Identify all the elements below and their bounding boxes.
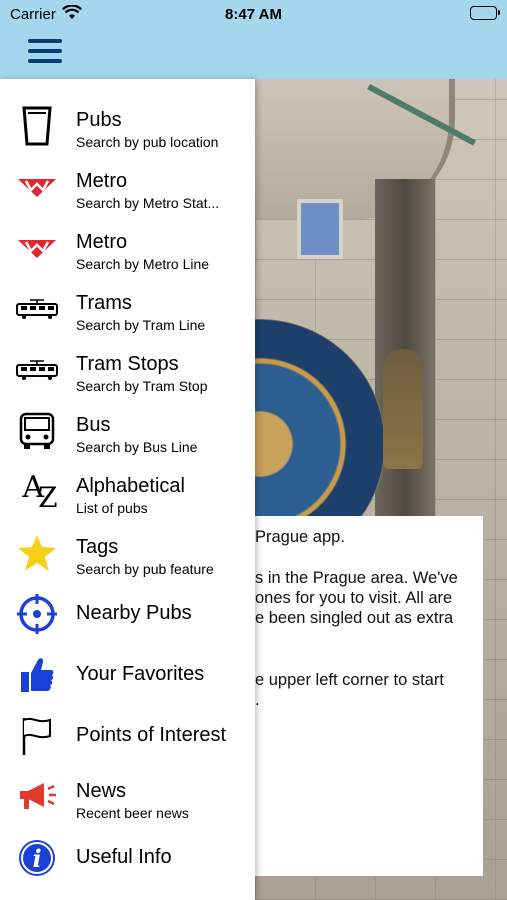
beer-glass-icon	[16, 106, 58, 146]
tram-icon	[16, 351, 58, 389]
tower-window	[297, 199, 343, 259]
navigation-bar: Carrier 8:47 AM	[0, 0, 507, 79]
content-line: ones for you to visit. All are	[255, 589, 453, 607]
menu-item-trams[interactable]: Trams Search by Tram Line	[0, 278, 255, 339]
content-line: .	[255, 691, 260, 709]
metro-logo-icon	[16, 229, 58, 267]
menu-item-title: Points of Interest	[76, 724, 227, 746]
metro-logo-icon	[16, 168, 58, 206]
side-menu: Pubs Search by pub location Metro Search…	[0, 79, 255, 900]
info-icon: i	[16, 839, 58, 877]
menu-item-favorites[interactable]: Your Favorites	[0, 644, 255, 705]
bus-icon	[16, 412, 58, 450]
menu-item-subtitle: Search by pub location	[76, 134, 219, 150]
menu-item-title: Tram Stops	[76, 353, 179, 375]
tram-icon	[16, 290, 58, 328]
menu-item-title: Bus	[76, 414, 111, 436]
menu-item-subtitle: Search by pub feature	[76, 561, 214, 577]
hamburger-menu-icon[interactable]	[28, 39, 62, 65]
menu-item-tram-stops[interactable]: Tram Stops Search by Tram Stop	[0, 339, 255, 400]
status-bar: Carrier 8:47 AM	[0, 0, 507, 28]
clock-tower-photo: Prague app. s in the Prague area. We've …	[255, 79, 507, 900]
menu-item-title: News	[76, 780, 127, 802]
battery-icon	[470, 6, 500, 20]
menu-item-subtitle: Search by Tram Line	[76, 317, 206, 333]
content-line: e upper left corner to start	[255, 671, 444, 689]
menu-item-title: Metro	[76, 170, 128, 192]
content-line: e been singled out as extra	[255, 609, 454, 627]
clock-time: 8:47 AM	[225, 6, 282, 23]
menu-item-title: Useful Info	[76, 846, 172, 868]
svg-text:i: i	[32, 844, 41, 873]
menu-item-news[interactable]: News Recent beer news	[0, 766, 255, 827]
menu-item-pubs[interactable]: Pubs Search by pub location	[0, 95, 255, 156]
menu-item-subtitle: Search by Tram Stop	[76, 378, 208, 394]
menu-item-subtitle: List of pubs	[76, 500, 148, 516]
menu-item-title: Your Favorites	[76, 663, 205, 685]
menu-item-points-of-interest[interactable]: Points of Interest	[0, 705, 255, 766]
menu-item-title: Pubs	[76, 109, 122, 131]
menu-item-subtitle: Search by Metro Stat...	[76, 195, 220, 211]
menu-item-title: Trams	[76, 292, 132, 314]
menu-item-alphabetical[interactable]: AZ Alphabetical List of pubs	[0, 461, 255, 522]
menu-item-bus[interactable]: Bus Search by Bus Line	[0, 400, 255, 461]
menu-item-subtitle: Recent beer news	[76, 805, 189, 821]
az-icon: AZ	[22, 470, 57, 514]
flag-icon	[16, 717, 58, 755]
star-icon	[16, 534, 58, 572]
welcome-content-card: Prague app. s in the Prague area. We've …	[255, 516, 483, 876]
content-line: Prague app.	[255, 528, 345, 546]
menu-item-tags[interactable]: Tags Search by pub feature	[0, 522, 255, 583]
menu-item-title: Metro	[76, 231, 128, 253]
menu-item-nearby-pubs[interactable]: Nearby Pubs	[0, 583, 255, 644]
menu-item-title: Nearby Pubs	[76, 602, 192, 624]
menu-item-title: Alphabetical	[76, 475, 185, 497]
thumbs-up-icon	[16, 656, 58, 694]
menu-item-subtitle: Search by Metro Line	[76, 256, 210, 272]
menu-item-metro-lines[interactable]: Metro Search by Metro Line	[0, 217, 255, 278]
menu-item-useful-info[interactable]: i Useful Info	[0, 827, 255, 888]
content-line: s in the Prague area. We've	[255, 569, 458, 587]
menu-item-title: Tags	[76, 536, 119, 558]
megaphone-icon	[16, 778, 58, 816]
menu-item-subtitle: Search by Bus Line	[76, 439, 198, 455]
crosshair-icon	[16, 594, 58, 634]
menu-item-metro-stations[interactable]: Metro Search by Metro Stat...	[0, 156, 255, 217]
